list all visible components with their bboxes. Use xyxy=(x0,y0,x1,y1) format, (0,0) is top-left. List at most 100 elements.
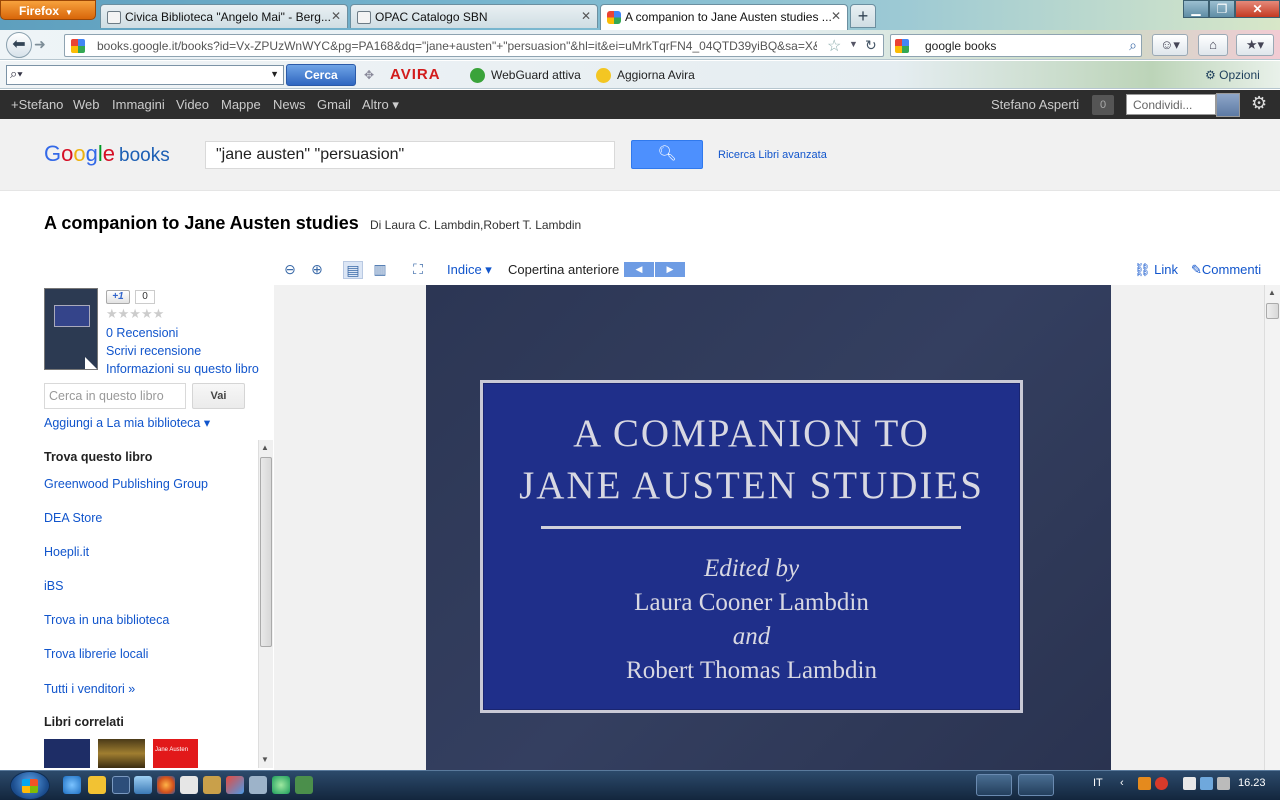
go-button[interactable]: Vai xyxy=(192,383,245,409)
previous-page-button[interactable]: ◀ xyxy=(624,262,654,277)
avatar[interactable] xyxy=(1216,93,1240,117)
language-indicator[interactable]: IT xyxy=(1093,777,1103,789)
internet-explorer-icon[interactable] xyxy=(63,776,81,794)
tray-flag-icon[interactable] xyxy=(1183,777,1196,790)
firefox-icon[interactable] xyxy=(157,776,175,794)
two-page-icon[interactable]: ▥ xyxy=(370,261,390,279)
zoom-in-icon[interactable]: ⊕ xyxy=(307,261,327,279)
gbar-link-gmail[interactable]: Gmail xyxy=(317,97,351,112)
book-thumbnail[interactable] xyxy=(44,288,98,370)
bookmarks-menu-button[interactable]: ★▾ xyxy=(1236,34,1274,56)
books-search-input[interactable]: "jane austen" "persuasion" xyxy=(205,141,615,169)
book-info-link[interactable]: Informazioni su questo libro xyxy=(106,362,259,376)
search-icon[interactable]: ⌕ xyxy=(1129,37,1137,54)
index-dropdown[interactable]: Indice ▾ xyxy=(447,262,492,278)
comments-button[interactable]: ✎Commenti xyxy=(1191,262,1261,278)
gbar-link-maps[interactable]: Mappe xyxy=(221,97,261,112)
forward-button[interactable]: ➜ xyxy=(34,36,46,53)
related-book-thumbnail[interactable] xyxy=(98,739,145,768)
firefox-menu-button[interactable]: Firefox ▼ xyxy=(0,0,96,20)
taskbar-firefox-window[interactable] xyxy=(976,774,1012,796)
plus-one-button[interactable]: +1 xyxy=(106,290,130,304)
avira-update[interactable]: Aggiorna Avira xyxy=(617,68,695,82)
addon-button[interactable]: ☺▾ xyxy=(1152,34,1188,56)
chevron-down-icon[interactable]: ▼ xyxy=(270,69,279,79)
write-review-link[interactable]: Scrivi recensione xyxy=(106,344,201,358)
find-bookstores-link[interactable]: Trova librerie locali xyxy=(44,647,148,661)
taskbar-acrobat-window[interactable] xyxy=(1018,774,1054,796)
bookmark-star-icon[interactable]: ☆ xyxy=(827,36,841,56)
app-icon[interactable] xyxy=(180,776,198,794)
search-bar[interactable]: google books ⌕ xyxy=(890,34,1142,57)
scroll-thumb[interactable] xyxy=(1266,303,1279,319)
close-window-button[interactable]: ✕ xyxy=(1235,0,1280,18)
clock[interactable]: 16.23 xyxy=(1238,777,1266,789)
advanced-search-link[interactable]: Ricerca Libri avanzata xyxy=(718,149,827,161)
start-button[interactable] xyxy=(10,771,50,800)
next-page-button[interactable]: ▶ xyxy=(655,262,685,277)
seller-link[interactable]: iBS xyxy=(44,579,63,593)
notification-count[interactable]: 0 xyxy=(1092,95,1114,115)
add-to-library-link[interactable]: Aggiungi a La mia biblioteca ▾ xyxy=(44,415,210,430)
rating-stars[interactable]: ★★★★★ xyxy=(106,306,164,322)
sidebar-scrollbar[interactable]: ▲ ▼ xyxy=(258,440,273,768)
link-button[interactable]: ⛓ Link xyxy=(1134,262,1178,278)
reviews-link[interactable]: 0 Recensioni xyxy=(106,326,178,340)
chevron-left-icon[interactable]: ‹ xyxy=(1120,777,1133,790)
tab-opac[interactable]: OPAC Catalogo SBN ✕ xyxy=(350,4,598,28)
avira-logo[interactable]: AVIRA xyxy=(390,66,441,83)
all-sellers-link[interactable]: Tutti i venditori » xyxy=(44,682,135,696)
related-book-thumbnail[interactable]: Jane Austen xyxy=(153,739,198,768)
app-icon[interactable] xyxy=(295,776,313,794)
chevron-down-icon[interactable]: ▼ xyxy=(849,39,858,49)
seller-link[interactable]: Hoepli.it xyxy=(44,545,89,559)
close-icon[interactable]: ✕ xyxy=(831,9,841,23)
fullscreen-icon[interactable]: ⛶ xyxy=(408,261,428,279)
show-desktop-icon[interactable] xyxy=(112,776,130,794)
toolbar-search-button[interactable]: Cerca xyxy=(286,64,356,86)
single-page-icon[interactable]: ▤ xyxy=(343,261,363,279)
sync-icon[interactable] xyxy=(272,776,290,794)
scroll-up-icon[interactable]: ▲ xyxy=(1268,288,1276,297)
tab-biblioteca[interactable]: Civica Biblioteca "Angelo Mai" - Berg...… xyxy=(100,4,348,28)
seller-link[interactable]: DEA Store xyxy=(44,511,102,525)
new-tab-button[interactable]: + xyxy=(850,4,876,28)
close-icon[interactable]: ✕ xyxy=(331,9,341,23)
webguard-status[interactable]: WebGuard attiva xyxy=(491,68,581,82)
network-icon[interactable] xyxy=(1200,777,1213,790)
zoom-out-icon[interactable]: ⊖ xyxy=(280,261,300,279)
url-text[interactable]: books.google.it/books?id=Vx-ZPUzWnWYC&pg… xyxy=(97,39,817,53)
paint-icon[interactable] xyxy=(226,776,244,794)
viewer-scrollbar[interactable]: ▲ xyxy=(1264,285,1280,770)
app-icon[interactable] xyxy=(249,776,267,794)
book-authors[interactable]: Di Laura C. Lambdin,Robert T. Lambdin xyxy=(370,218,581,232)
maximize-button[interactable]: ❐ xyxy=(1209,0,1235,18)
gbar-link-web[interactable]: Web xyxy=(73,97,100,112)
user-name[interactable]: Stefano Asperti xyxy=(991,97,1079,112)
address-bar[interactable]: books.google.it/books?id=Vx-ZPUzWnWYC&pg… xyxy=(64,34,884,57)
minimize-button[interactable]: ▁ xyxy=(1183,0,1209,18)
search-bar-text[interactable]: google books xyxy=(925,39,996,53)
seller-link[interactable]: Greenwood Publishing Group xyxy=(44,477,208,491)
gbar-link-video[interactable]: Video xyxy=(176,97,209,112)
tray-warning-icon[interactable] xyxy=(1155,777,1168,790)
scroll-down-icon[interactable]: ▼ xyxy=(261,755,269,764)
close-icon[interactable]: ✕ xyxy=(581,9,591,23)
monitor-icon[interactable] xyxy=(134,776,152,794)
gbar-link-news[interactable]: News xyxy=(273,97,306,112)
google-books-logo[interactable]: Google books xyxy=(44,141,170,167)
app-icon[interactable] xyxy=(203,776,221,794)
gear-icon[interactable]: ⚙ xyxy=(1251,93,1267,114)
share-box[interactable]: Condividi... xyxy=(1126,94,1216,115)
back-button[interactable]: ⬅ xyxy=(6,32,32,58)
gbar-link-plus[interactable]: +Stefano xyxy=(11,97,63,112)
volume-icon[interactable] xyxy=(1217,777,1230,790)
scroll-thumb[interactable] xyxy=(260,457,272,647)
in-book-search-input[interactable]: Cerca in questo libro xyxy=(44,383,186,409)
find-library-link[interactable]: Trova in una biblioteca xyxy=(44,613,169,627)
options-link[interactable]: ⚙ Opzioni xyxy=(1205,68,1260,82)
tray-app-icon[interactable] xyxy=(1138,777,1151,790)
related-book-thumbnail[interactable] xyxy=(44,739,90,768)
reload-icon[interactable]: ↻ xyxy=(865,37,877,54)
home-button[interactable]: ⌂ xyxy=(1198,34,1228,56)
